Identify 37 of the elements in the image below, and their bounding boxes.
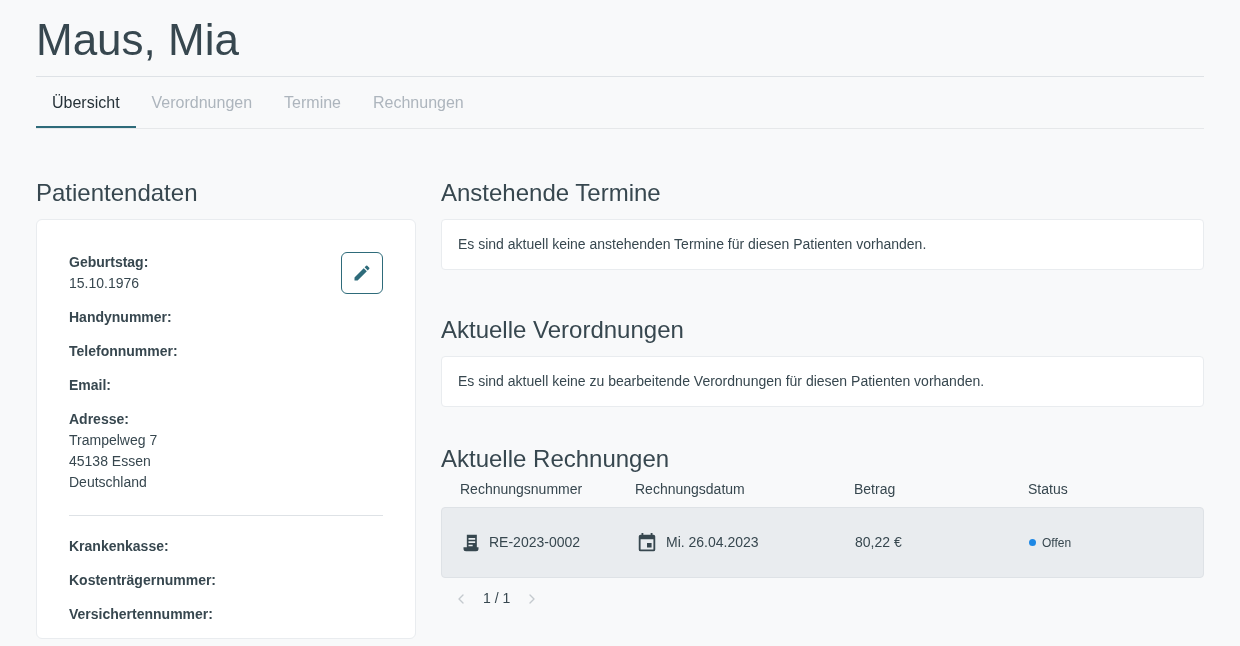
tab[interactable]: Übersicht — [36, 91, 136, 128]
field-value: Deutschland — [69, 473, 148, 492]
tab[interactable]: Rechnungen — [357, 91, 480, 128]
section-heading: Aktuelle Rechnungen — [441, 447, 671, 471]
column-header: Status — [1028, 481, 1068, 497]
invoice-amount: 80,22 € — [855, 534, 902, 550]
field-label: Email: — [69, 376, 112, 395]
section-heading: Patientendaten — [36, 181, 199, 205]
field-label: Versichertennummer: — [69, 605, 214, 624]
calendar-icon — [636, 531, 658, 554]
field-value: Trampelweg 7 — [69, 431, 159, 450]
section-heading: Anstehende Termine — [441, 181, 662, 205]
tab[interactable]: Termine — [268, 91, 357, 128]
field-label: Handynummer: — [69, 308, 173, 327]
invoice-number: RE-2023-0002 — [489, 533, 581, 552]
invoice-date: Mi. 26.04.2023 — [666, 533, 759, 552]
field-label: Geburtstag: — [69, 253, 150, 272]
column-header: Rechnungsnummer — [460, 481, 583, 497]
column-header: Betrag — [854, 481, 896, 497]
page-indicator: 1 / 1 — [483, 589, 511, 608]
edit-button[interactable] — [341, 252, 383, 294]
invoice-status: Offen — [1042, 534, 1072, 552]
field-value: 45138 Essen — [69, 452, 152, 471]
field-value: 15.10.1976 — [69, 274, 141, 293]
section-heading: Aktuelle Verordnungen — [441, 318, 685, 342]
tab[interactable]: Verordnungen — [135, 91, 269, 128]
field-label: Krankenkasse: — [69, 537, 170, 556]
empty-message: Es sind aktuell keine zu bearbeitende Verordnungen für diesen Patienten vorhanden. — [458, 373, 985, 389]
pencil-icon — [352, 263, 372, 283]
column-header: Rechnungsdatum — [635, 481, 745, 497]
field-label: Kostenträgernummer: — [69, 571, 218, 590]
field-label: Adresse: — [69, 410, 130, 429]
invoice-row[interactable]: RE-2023-0002 Mi. 26.04.2023 80,22 € Offen — [441, 507, 1204, 578]
receipt-icon — [461, 532, 481, 553]
field-label: Telefonnummer: — [69, 342, 179, 361]
empty-message: Es sind aktuell keine anstehenden Termine für diesen Patienten vorhanden. — [458, 236, 927, 252]
patient-name: Maus, Mia — [36, 14, 240, 66]
